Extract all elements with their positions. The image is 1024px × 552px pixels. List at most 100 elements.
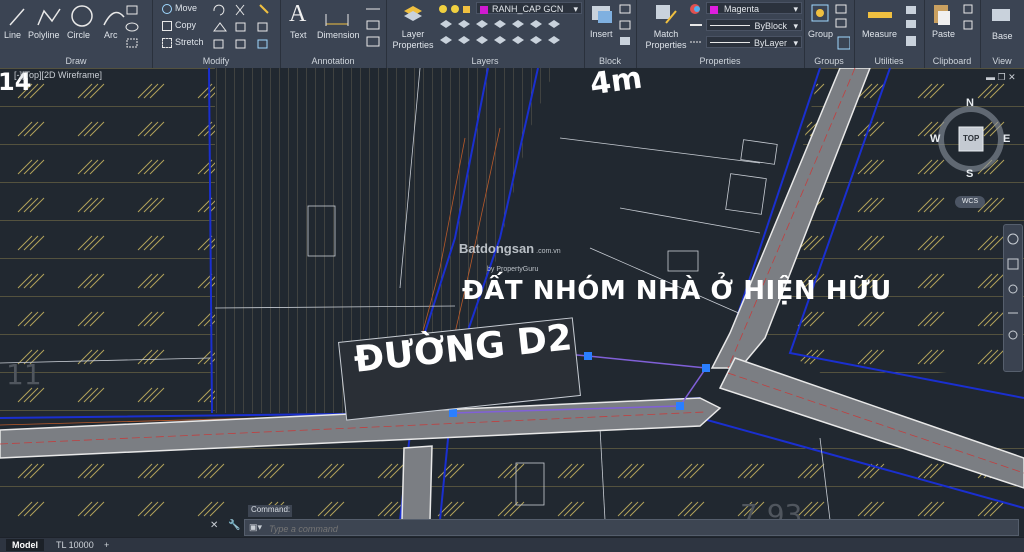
parcel-number-11: 11	[6, 358, 42, 391]
viewcube-top[interactable]: TOP	[963, 134, 979, 143]
watermark-domain: .com.vn	[536, 248, 561, 255]
layer-properties-button[interactable]: Layer Properties	[390, 29, 436, 51]
modify-small-icons	[213, 4, 269, 49]
line-button[interactable]: Line	[4, 30, 21, 40]
tab-model[interactable]: Model	[6, 539, 44, 551]
insert-icon	[592, 6, 612, 23]
lineweight-dropdown[interactable]: ByBlock ▾	[706, 19, 802, 31]
chevron-down-icon: ▾	[793, 4, 798, 14]
panel-title-block[interactable]: Block	[584, 56, 636, 66]
panel-layers: Layer Properties RANH_CAP GCN ▾ Layers	[386, 0, 585, 68]
layer-properties-icon	[404, 6, 422, 21]
compass-w[interactable]: W	[930, 133, 940, 145]
restore-icon[interactable]: ❐	[998, 72, 1006, 82]
watermark: Batdongsan .com.vn by PropertyGuru	[459, 240, 561, 276]
lineweight-line	[710, 25, 750, 26]
watermark-main: Batdongsan	[459, 241, 535, 256]
panel-title-annotation[interactable]: Annotation	[280, 56, 386, 66]
command-close-icon[interactable]: ✕	[210, 520, 218, 531]
panel-groups: Group Groups	[804, 0, 855, 68]
text-button[interactable]: Text	[290, 30, 307, 40]
polyline-button[interactable]: Polyline	[28, 30, 60, 40]
chevron-down-icon: ▾	[573, 4, 578, 14]
panel-title-view[interactable]: View	[980, 56, 1024, 66]
color-dropdown[interactable]: Magenta ▾	[706, 2, 802, 14]
measure-icon	[868, 6, 916, 46]
panel-block: Insert Block	[584, 0, 637, 68]
group-button[interactable]: Group	[808, 29, 833, 39]
stretch-button[interactable]: Stretch	[162, 37, 204, 48]
viewport-window-controls[interactable]: ▬ ❐ ✕	[986, 72, 1016, 83]
watermark-sub: by PropertyGuru	[487, 266, 539, 273]
panel-draw: Line Polyline Circle Arc Draw	[0, 0, 153, 68]
base-button[interactable]: Base	[992, 31, 1013, 41]
linetype-dropdown[interactable]: ByLayer ▾	[706, 36, 802, 48]
dimension-icon	[325, 14, 349, 26]
panel-title-layers[interactable]: Layers	[386, 56, 584, 66]
panel-title-clipboard[interactable]: Clipboard	[924, 56, 980, 66]
ribbon: Line Polyline Circle Arc Draw Move Copy …	[0, 0, 1024, 69]
magenta-swatch	[710, 5, 718, 14]
close-icon[interactable]: ✕	[1008, 72, 1016, 82]
navigation-bar[interactable]	[1003, 224, 1023, 372]
circle-button[interactable]: Circle	[67, 30, 90, 40]
panel-properties: Match Properties Magenta ▾ ByBlock ▾ ByLay…	[636, 0, 805, 68]
panel-utilities: Measure Utilities	[854, 0, 925, 68]
panel-title-utilities[interactable]: Utilities	[854, 56, 924, 66]
text-icon: A	[289, 1, 307, 27]
drawing-canvas[interactable]: ĐẤT NHÓM NHÀ Ở HIỆN HỮU ĐƯỜNG D2 4m 14 1…	[0, 68, 1024, 520]
match-properties-button[interactable]: Match Properties	[642, 29, 690, 51]
layer-state-icons	[439, 5, 470, 13]
stretch-icon	[162, 37, 172, 48]
chevron-down-icon: ▾	[793, 38, 798, 48]
command-input[interactable]	[267, 521, 971, 536]
panel-title-modify[interactable]: Modify	[152, 56, 280, 66]
copy-icon	[162, 20, 172, 31]
zone-label: ĐẤT NHÓM NHÀ Ở HIỆN HỮU	[462, 276, 892, 306]
layer-tools-icons	[440, 20, 560, 44]
base-icon	[992, 9, 1010, 21]
command-prompt-icon: ▣▾	[249, 522, 263, 532]
status-bar: Model TL 10000 +	[0, 537, 1024, 552]
paste-button[interactable]: Paste	[932, 29, 955, 39]
move-icon	[162, 3, 172, 14]
viewport-label[interactable]: [-][Top][2D Wireframe]	[14, 70, 102, 80]
block-small-icons	[619, 4, 631, 45]
group-icon	[811, 4, 850, 50]
compass-n[interactable]: N	[966, 97, 974, 109]
parcel-number-793: 7.93	[740, 498, 803, 520]
wcs-button[interactable]: WCS	[955, 196, 985, 208]
viewcube[interactable]: N S W E TOP	[928, 96, 1014, 182]
minimize-icon[interactable]: ▬	[986, 72, 995, 82]
properties-small-icons	[690, 4, 702, 43]
command-history: Command:	[248, 505, 292, 517]
panel-title-properties[interactable]: Properties	[636, 56, 804, 66]
arc-button[interactable]: Arc	[104, 30, 118, 40]
measure-button[interactable]: Measure	[862, 29, 897, 39]
compass-e[interactable]: E	[1003, 133, 1010, 145]
layer-dropdown[interactable]: RANH_CAP GCN ▾	[476, 2, 582, 14]
draw-small-icons	[125, 5, 139, 48]
copy-button[interactable]: Copy	[162, 20, 196, 31]
linetype-line	[710, 42, 750, 43]
match-properties-icon	[656, 5, 677, 24]
chevron-down-icon: ▾	[793, 21, 798, 31]
tab-tl-10000[interactable]: TL 10000	[50, 539, 100, 551]
panel-modify: Move Copy Stretch Modify	[152, 0, 281, 68]
compass-s[interactable]: S	[966, 168, 973, 180]
paste-icon	[934, 4, 973, 30]
wrench-icon[interactable]: 🔧	[228, 520, 240, 531]
insert-button[interactable]: Insert	[590, 29, 613, 39]
command-line[interactable]: ▣▾	[244, 519, 1019, 536]
move-button[interactable]: Move	[162, 3, 197, 14]
panel-annotation: A Text Dimension Annotation	[280, 0, 387, 68]
panel-clipboard: Paste Clipboard	[924, 0, 981, 68]
dimension-button[interactable]: Dimension	[317, 30, 360, 40]
layer-color-swatch	[480, 5, 488, 14]
panel-title-draw[interactable]: Draw	[0, 56, 152, 66]
panel-view: Base View	[980, 0, 1024, 68]
panel-title-groups[interactable]: Groups	[804, 56, 854, 66]
add-layout-button[interactable]: +	[98, 539, 115, 551]
nav-icons	[1007, 233, 1019, 340]
annotation-small-icons	[366, 8, 380, 47]
